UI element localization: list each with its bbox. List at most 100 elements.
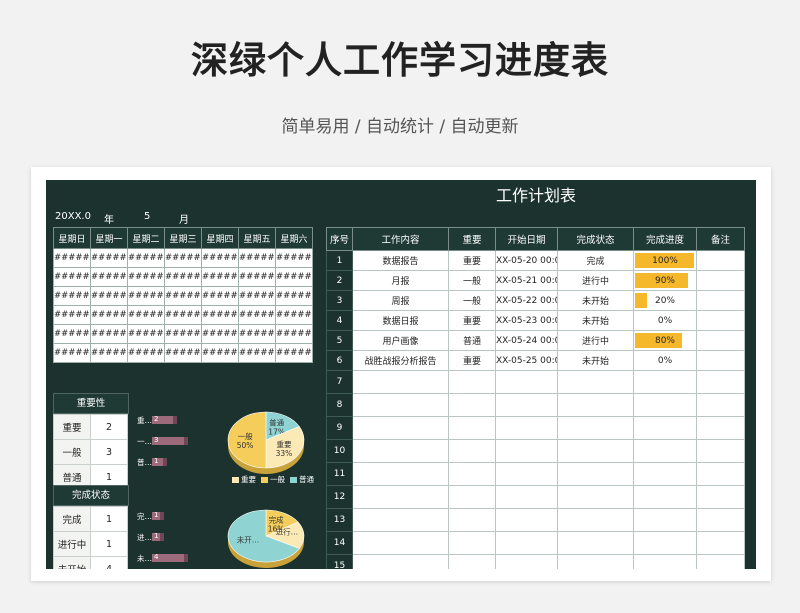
status-cell[interactable]: 未开始 — [557, 310, 634, 331]
empty-cell[interactable] — [557, 508, 634, 532]
year-value[interactable]: 20XX.0 — [55, 211, 91, 222]
calendar-day-cell[interactable]: ###### — [90, 248, 128, 268]
calendar-day-cell[interactable]: ###### — [90, 305, 128, 325]
calendar-day-cell[interactable]: ###### — [90, 324, 128, 344]
progress-cell[interactable]: 0% — [633, 350, 697, 371]
progress-cell[interactable]: 80% — [633, 330, 697, 351]
notes-cell[interactable] — [696, 350, 745, 371]
calendar-day-cell[interactable]: ###### — [53, 267, 91, 287]
calendar-day-cell[interactable]: ###### — [238, 286, 276, 306]
start-date-cell[interactable]: XX-05-21 00:00 — [495, 270, 558, 291]
task-content-cell[interactable]: 月报 — [352, 270, 449, 291]
empty-cell[interactable] — [696, 370, 745, 394]
task-content-cell[interactable]: 数据日报 — [352, 310, 449, 331]
empty-cell[interactable] — [557, 531, 634, 555]
status-cell[interactable]: 完成 — [557, 250, 634, 271]
empty-cell[interactable] — [495, 508, 558, 532]
empty-cell[interactable] — [696, 554, 745, 569]
calendar-day-cell[interactable]: ###### — [127, 267, 165, 287]
calendar-day-cell[interactable]: ###### — [164, 267, 202, 287]
task-content-cell[interactable]: 战胜战报分析报告 — [352, 350, 449, 371]
empty-cell[interactable] — [633, 485, 697, 509]
calendar-day-cell[interactable]: ###### — [127, 248, 165, 268]
calendar-day-cell[interactable]: ###### — [53, 305, 91, 325]
empty-cell[interactable] — [696, 393, 745, 417]
status-cell[interactable]: 进行中 — [557, 330, 634, 351]
empty-cell[interactable] — [696, 462, 745, 486]
calendar-day-cell[interactable]: ###### — [275, 305, 313, 325]
progress-cell[interactable]: 90% — [633, 270, 697, 291]
empty-cell[interactable] — [633, 416, 697, 440]
empty-cell[interactable] — [448, 554, 496, 569]
calendar-day-cell[interactable]: ###### — [201, 324, 239, 344]
calendar-day-cell[interactable]: ###### — [164, 286, 202, 306]
importance-cell[interactable]: 重要 — [448, 310, 496, 331]
calendar-day-cell[interactable]: ###### — [201, 343, 239, 363]
empty-cell[interactable] — [557, 393, 634, 417]
empty-cell[interactable] — [495, 370, 558, 394]
empty-cell[interactable] — [448, 531, 496, 555]
empty-cell[interactable] — [352, 439, 449, 463]
calendar-day-cell[interactable]: ###### — [164, 248, 202, 268]
empty-cell[interactable] — [448, 416, 496, 440]
empty-cell[interactable] — [557, 462, 634, 486]
calendar-day-cell[interactable]: ###### — [238, 343, 276, 363]
calendar-day-cell[interactable]: ###### — [127, 324, 165, 344]
calendar-day-cell[interactable]: ###### — [275, 286, 313, 306]
calendar-day-cell[interactable]: ###### — [127, 286, 165, 306]
empty-cell[interactable] — [448, 370, 496, 394]
empty-cell[interactable] — [696, 508, 745, 532]
empty-cell[interactable] — [495, 416, 558, 440]
calendar-day-cell[interactable]: ###### — [201, 305, 239, 325]
start-date-cell[interactable]: XX-05-25 00:00 — [495, 350, 558, 371]
empty-cell[interactable] — [633, 531, 697, 555]
empty-cell[interactable] — [696, 416, 745, 440]
notes-cell[interactable] — [696, 310, 745, 331]
empty-cell[interactable] — [557, 370, 634, 394]
importance-cell[interactable]: 一般 — [448, 270, 496, 291]
importance-cell[interactable]: 一般 — [448, 290, 496, 311]
empty-cell[interactable] — [633, 370, 697, 394]
start-date-cell[interactable]: XX-05-23 00:00 — [495, 310, 558, 331]
empty-cell[interactable] — [495, 531, 558, 555]
calendar-day-cell[interactable]: ###### — [53, 248, 91, 268]
empty-cell[interactable] — [696, 439, 745, 463]
empty-cell[interactable] — [633, 462, 697, 486]
calendar-day-cell[interactable]: ###### — [275, 324, 313, 344]
importance-cell[interactable]: 普通 — [448, 330, 496, 351]
empty-cell[interactable] — [633, 554, 697, 569]
calendar-day-cell[interactable]: ###### — [164, 343, 202, 363]
empty-cell[interactable] — [696, 485, 745, 509]
calendar-day-cell[interactable]: ###### — [238, 324, 276, 344]
empty-cell[interactable] — [352, 531, 449, 555]
notes-cell[interactable] — [696, 290, 745, 311]
calendar-day-cell[interactable]: ###### — [201, 286, 239, 306]
progress-cell[interactable]: 20% — [633, 290, 697, 311]
empty-cell[interactable] — [495, 485, 558, 509]
calendar-day-cell[interactable]: ###### — [53, 324, 91, 344]
status-cell[interactable]: 未开始 — [557, 350, 634, 371]
calendar-day-cell[interactable]: ###### — [238, 248, 276, 268]
progress-cell[interactable]: 0% — [633, 310, 697, 331]
importance-cell[interactable]: 重要 — [448, 350, 496, 371]
calendar-day-cell[interactable]: ###### — [127, 305, 165, 325]
empty-cell[interactable] — [557, 485, 634, 509]
empty-cell[interactable] — [448, 439, 496, 463]
start-date-cell[interactable]: XX-05-20 00:00 — [495, 250, 558, 271]
task-content-cell[interactable]: 周报 — [352, 290, 449, 311]
notes-cell[interactable] — [696, 270, 745, 291]
start-date-cell[interactable]: XX-05-22 00:00 — [495, 290, 558, 311]
empty-cell[interactable] — [352, 393, 449, 417]
calendar-day-cell[interactable]: ###### — [201, 248, 239, 268]
empty-cell[interactable] — [557, 416, 634, 440]
empty-cell[interactable] — [557, 554, 634, 569]
empty-cell[interactable] — [448, 393, 496, 417]
empty-cell[interactable] — [495, 439, 558, 463]
empty-cell[interactable] — [352, 554, 449, 569]
empty-cell[interactable] — [557, 439, 634, 463]
calendar-day-cell[interactable]: ###### — [53, 343, 91, 363]
empty-cell[interactable] — [495, 554, 558, 569]
empty-cell[interactable] — [352, 485, 449, 509]
empty-cell[interactable] — [352, 416, 449, 440]
calendar-day-cell[interactable]: ###### — [90, 286, 128, 306]
